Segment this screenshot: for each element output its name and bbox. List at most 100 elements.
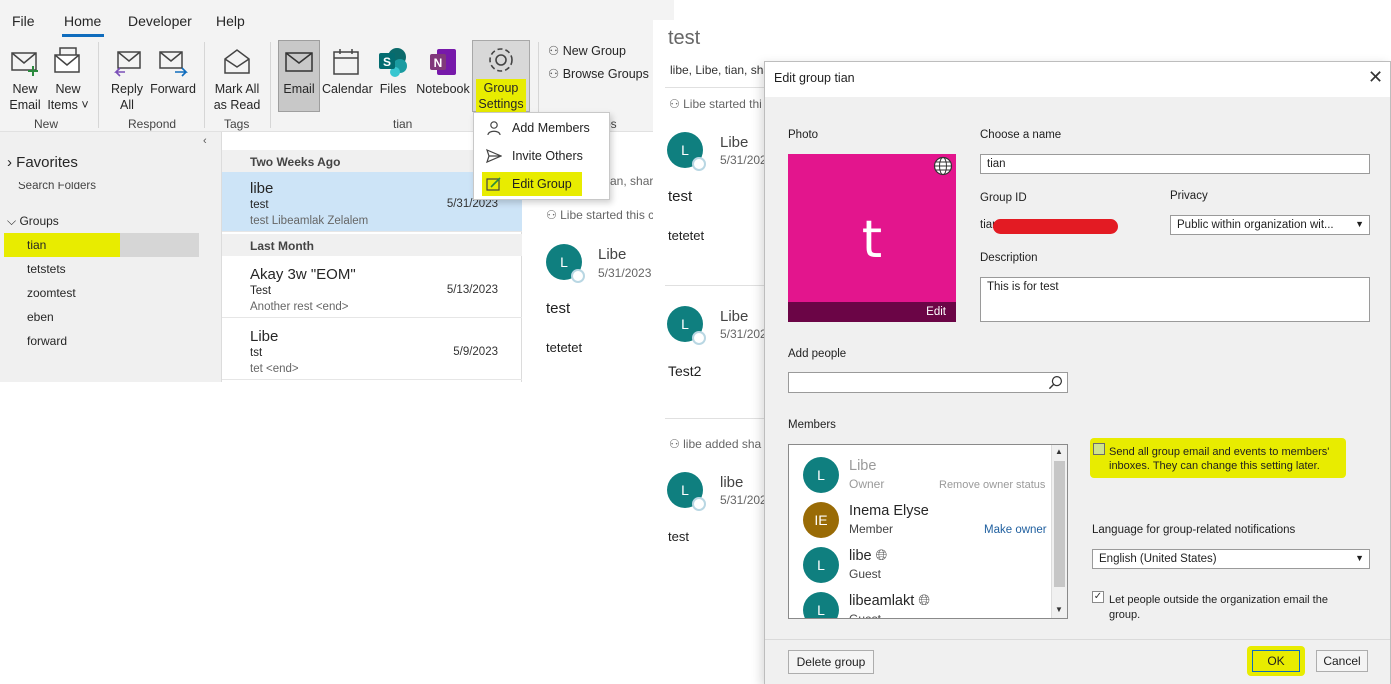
open-envelope-icon	[224, 49, 250, 74]
new-items-button[interactable]: New Items ˅	[46, 46, 90, 113]
delete-group-button[interactable]: Delete group	[788, 650, 874, 674]
folder-forward[interactable]: forward	[27, 334, 67, 348]
groups-header[interactable]: ⌵ Groups	[7, 214, 59, 229]
collapse-pane-icon[interactable]: ‹	[203, 135, 207, 147]
members-scrollbar[interactable]: ▲ ▼	[1051, 445, 1067, 618]
divider	[665, 87, 765, 88]
email-icon	[285, 52, 313, 72]
ribbon-separator	[270, 42, 271, 128]
group-people-icon: ⚇	[546, 208, 557, 222]
make-owner-link[interactable]: Make owner	[984, 524, 1047, 536]
photo-label: Photo	[788, 129, 819, 141]
edit-group-menu-item[interactable]: Edit Group	[482, 172, 582, 196]
post-body: tetetet	[668, 228, 705, 243]
member-name: libe 🌐︎	[849, 548, 888, 564]
new-group-button[interactable]: ⚇ New Group	[548, 43, 626, 59]
chevron-down-icon: ⌵	[7, 214, 17, 228]
group-name-input[interactable]: tian	[980, 154, 1370, 174]
search-icon[interactable]	[1048, 375, 1063, 390]
folder-zoomtest[interactable]: zoomtest	[27, 286, 76, 300]
folder-pane: ‹ › Favorites Search Folders ⌵ Groups ti…	[0, 132, 222, 382]
new-email-button[interactable]: New Email	[4, 46, 46, 113]
reply-all-button[interactable]: Reply All	[106, 46, 148, 113]
tab-home[interactable]: Home	[64, 13, 101, 29]
close-icon[interactable]: ✕	[1368, 67, 1383, 88]
ok-button[interactable]: OK	[1252, 650, 1300, 672]
globe-icon: 🌐︎	[875, 548, 888, 564]
ribbon-separator	[98, 42, 99, 128]
calendar-button[interactable]: Calendar	[322, 46, 373, 97]
folder-eben[interactable]: eben	[27, 310, 54, 324]
tab-developer[interactable]: Developer	[128, 13, 192, 29]
privacy-label: Privacy	[1170, 190, 1208, 202]
language-label: Language for group-related notifications	[1092, 524, 1296, 536]
forward-button[interactable]: Forward	[150, 46, 196, 97]
chevron-down-icon: ▼	[1355, 219, 1364, 229]
list-item[interactable]: L libe 🌐︎ Guest	[799, 545, 1049, 589]
group-label-tian: tian	[393, 117, 413, 131]
list-item[interactable]: Akay 3w "EOM" Test Another rest <end> 5/…	[222, 258, 522, 318]
group-photo[interactable]: t Edit	[788, 154, 956, 322]
scroll-up-icon[interactable]: ▲	[1055, 447, 1063, 456]
mark-all-read-button[interactable]: Mark All as Read	[210, 46, 264, 113]
tab-file[interactable]: File	[12, 13, 35, 29]
globe-icon: 🌐︎	[918, 593, 930, 609]
member-name: libeamlakt 🌐︎	[849, 593, 930, 609]
email-button[interactable]: Email	[278, 40, 320, 112]
conversation-pane: test libe, Libe, tian, sha ⚇ Libe starte…	[653, 20, 771, 684]
edit-group-icon	[486, 177, 501, 191]
browse-groups-button[interactable]: ⚇ Browse Groups	[548, 66, 649, 82]
photo-edit-bar[interactable]: Edit	[788, 302, 956, 322]
avatar: IE	[803, 502, 839, 538]
reading-date: 5/31/2023	[598, 266, 652, 280]
outside-email-label: Let people outside the organization emai…	[1109, 594, 1328, 621]
add-members-menu-item[interactable]: Add Members	[482, 116, 602, 140]
post-subject: test	[668, 188, 693, 205]
group-label-tags: Tags	[224, 117, 250, 131]
notebook-button[interactable]: N Notebook	[414, 46, 472, 97]
avatar: L	[803, 547, 839, 583]
group-settings-button[interactable]: Group Settings ˅	[472, 40, 530, 129]
description-input[interactable]: This is for test	[980, 277, 1370, 322]
choose-name-label: Choose a name	[980, 129, 1062, 141]
send-icon	[486, 148, 502, 164]
invite-others-menu-item[interactable]: Invite Others	[482, 144, 602, 168]
send-all-label: Send all group email and events to membe…	[1109, 446, 1330, 472]
privacy-select[interactable]: Public within organization wit... ▼	[1170, 215, 1370, 235]
members-list[interactable]: L Libe Owner Remove owner status IE Inem…	[788, 444, 1068, 619]
scroll-thumb[interactable]	[1054, 461, 1065, 587]
svg-text:S: S	[383, 55, 391, 69]
conversation-members: libe, Libe, tian, sha	[670, 63, 771, 77]
post-date: 5/31/202	[720, 493, 767, 507]
list-item[interactable]: IE Inema Elyse Member Make owner	[799, 500, 1049, 544]
reading-subject: test	[546, 300, 571, 317]
group-label-new: New	[34, 117, 59, 131]
folder-tian[interactable]: tian	[27, 238, 46, 252]
post-sender: Libe	[720, 134, 749, 151]
list-item[interactable]: L Libe Owner Remove owner status	[799, 455, 1049, 499]
remove-owner-link[interactable]: Remove owner status	[939, 479, 1045, 491]
favorites-header[interactable]: › Favorites	[7, 154, 78, 171]
member-role: Guest	[849, 612, 882, 619]
add-people-input[interactable]	[788, 372, 1068, 393]
members-label: Members	[788, 419, 836, 431]
scroll-down-icon[interactable]: ▼	[1055, 605, 1063, 614]
avatar: L	[667, 132, 706, 171]
list-item[interactable]: Libe tst tet <end> 5/9/2023	[222, 320, 522, 380]
search-folders[interactable]: Search Folders	[18, 182, 96, 192]
person-icon	[487, 121, 501, 136]
folder-tetstets[interactable]: tetstets	[27, 262, 66, 276]
language-select[interactable]: English (United States) ▼	[1092, 549, 1370, 569]
reading-body: tetetet	[546, 340, 583, 355]
list-group-header: Last Month	[222, 234, 522, 256]
list-item[interactable]: L libeamlakt 🌐︎ Guest	[799, 590, 1049, 619]
send-all-checkbox[interactable]	[1093, 443, 1105, 455]
tab-help[interactable]: Help	[216, 13, 245, 29]
conversation-started: ⚇ Libe started thi	[669, 97, 762, 111]
outside-email-checkbox[interactable]: ✓	[1092, 591, 1104, 603]
dialog-title: Edit group tian	[774, 71, 855, 85]
group-settings-menu: Add Members Invite Others Edit Group	[473, 112, 610, 200]
post-sender: Libe	[720, 308, 749, 325]
cancel-button[interactable]: Cancel	[1316, 650, 1368, 672]
files-button[interactable]: S Files	[374, 46, 412, 97]
